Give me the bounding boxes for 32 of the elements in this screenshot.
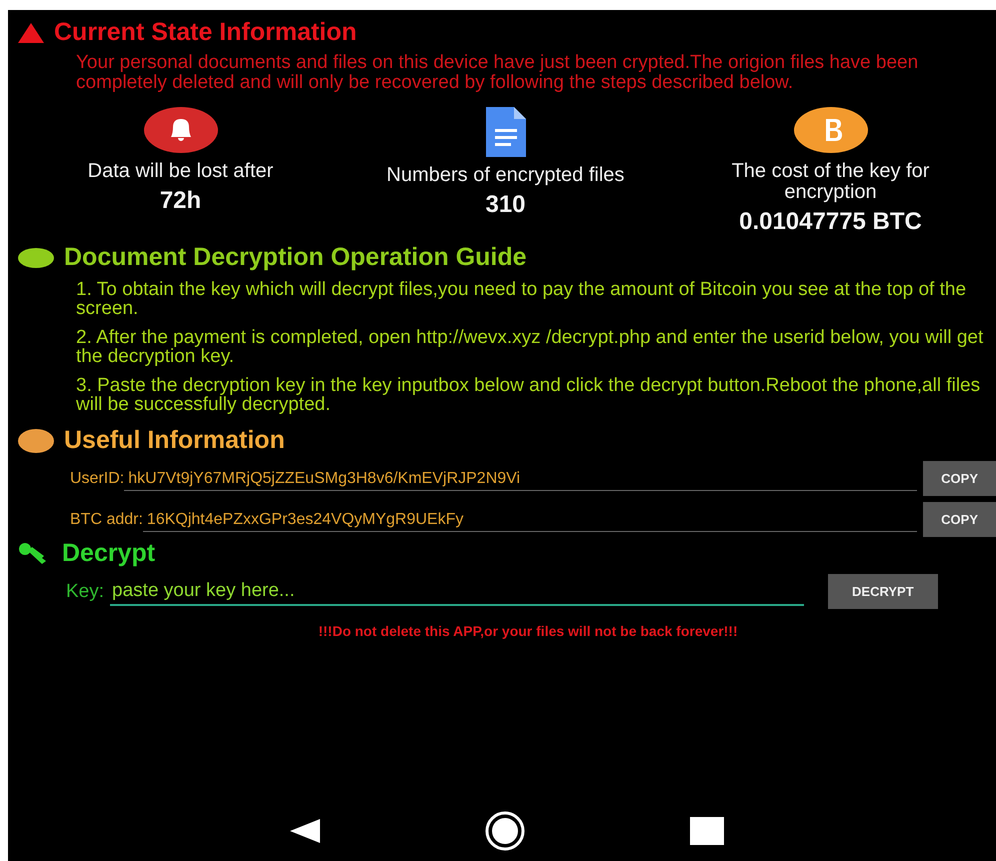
home-icon[interactable]: [484, 811, 525, 851]
decrypt-button[interactable]: DECRYPT: [828, 574, 938, 609]
section-title: Decrypt: [62, 539, 156, 568]
guide-step: 2. After the payment is completed, open http://wevx.xyz /decrypt.php and enter the userid below, you will get the decryption key.: [76, 328, 996, 366]
description-text: Your personal documents and files on this device have just been crypted.The origion files have been completely deleted and will only be recovered by following the steps described below.: [76, 53, 920, 93]
field-label: Key:: [66, 580, 104, 602]
stat-value: 0.01047775 BTC: [738, 209, 923, 235]
text-field[interactable]: 16KQjht4ePZxxGPr3es24VQyMYgR9UEkFy: [142, 507, 918, 532]
document-icon: [486, 107, 526, 157]
stat-value: 72h: [158, 188, 202, 214]
section-title: Document Decryption Operation Guide: [64, 243, 527, 272]
field-label: BTC addr:: [70, 510, 143, 528]
stat-label: Data will be lost after: [86, 161, 274, 182]
key-input[interactable]: paste your key here...: [110, 578, 804, 606]
stat-value: 310: [484, 192, 527, 218]
warning-text: !!!Do not delete this APP,or your files will not be back forever!!!: [317, 623, 739, 639]
copy-button[interactable]: COPY: [923, 502, 996, 537]
stat-label: Numbers of encrypted files: [386, 165, 626, 186]
bullet-icon: [18, 248, 54, 268]
copy-button[interactable]: COPY: [923, 461, 996, 496]
guide-step: 1. To obtain the key which will decrypt files,you need to pay the amount of Bitcoin you see at the top of the screen.: [76, 280, 996, 318]
bell-icon: [144, 107, 218, 153]
section-title: Useful Information: [64, 426, 285, 455]
coin-icon: [18, 428, 54, 452]
guide-step: 3. Paste the decryption key in the key inputbox below and click the decrypt button.Reboot the phone,all files will be successfully decrypted.: [76, 376, 996, 414]
section-title: Current State Information: [54, 18, 357, 47]
field-label: UserID:: [70, 470, 124, 488]
back-icon[interactable]: [290, 819, 320, 843]
warning-icon: [18, 22, 44, 42]
stat-label: The cost of the key for encryption: [730, 161, 930, 203]
bitcoin-icon: [794, 107, 868, 153]
text-field[interactable]: hkU7Vt9jY67MRjQ5jZZEuSMg3H8v6/KmEVjRJP2N9Vi: [124, 466, 918, 491]
